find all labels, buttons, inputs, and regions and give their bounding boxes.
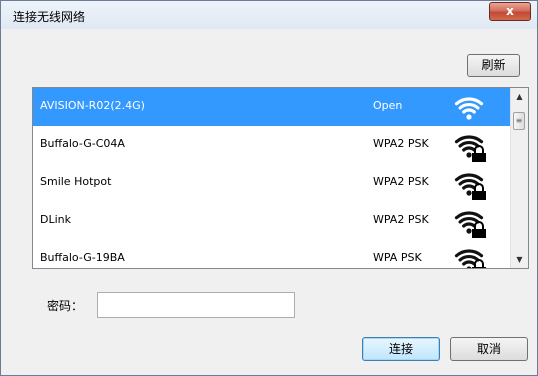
network-list[interactable]: AVISION-R02(2.4G) Open Buffalo-G-C04A WP… (32, 87, 529, 269)
network-ssid: DLink (40, 213, 71, 226)
network-security: WPA PSK (373, 251, 422, 264)
password-input[interactable] (97, 292, 295, 318)
signal-bar (462, 108, 476, 114)
signal-dot (466, 228, 472, 234)
cancel-button[interactable]: 取消 (450, 337, 528, 361)
network-row[interactable]: AVISION-R02(2.4G) Open (33, 88, 511, 126)
connect-wifi-dialog: 连接无线网络 x 刷新 AVISION-R02(2.4G) Open Buffa… (0, 0, 538, 376)
network-ssid: AVISION-R02(2.4G) (40, 99, 145, 112)
dialog-title: 连接无线网络 (13, 10, 86, 24)
close-button[interactable]: x (489, 2, 531, 21)
network-ssid: Smile Hotpot (40, 175, 112, 188)
signal-dot (466, 114, 472, 120)
wifi-lock-icon (454, 249, 486, 268)
wifi-lock-icon (454, 211, 486, 238)
signal-bar (458, 141, 480, 148)
network-row[interactable]: Buffalo-G-C04A WPA2 PSK (33, 126, 511, 164)
network-security: WPA2 PSK (373, 137, 429, 150)
signal-dot (466, 152, 472, 158)
network-ssid: Buffalo-G-C04A (40, 137, 125, 150)
scroll-thumb[interactable]: ≡ (513, 112, 525, 130)
signal-dot (466, 190, 472, 196)
lock-icon (472, 259, 486, 268)
signal-bar (462, 146, 476, 152)
network-row[interactable]: DLink WPA2 PSK (33, 202, 511, 240)
signal-bar (458, 217, 480, 224)
signal-dot (466, 266, 472, 268)
wifi-signal-icon (454, 97, 484, 120)
signal-bar (458, 255, 480, 262)
network-row[interactable]: Smile Hotpot WPA2 PSK (33, 164, 511, 202)
network-ssid: Buffalo-G-19BA (40, 251, 125, 264)
wifi-lock-icon (454, 173, 486, 200)
refresh-button[interactable]: 刷新 (467, 54, 520, 77)
signal-bar (458, 103, 480, 110)
network-security: Open (373, 99, 403, 112)
connect-button[interactable]: 连接 (362, 337, 440, 361)
signal-bar (462, 222, 476, 228)
scroll-down-arrow-icon[interactable]: ▼ (511, 255, 528, 264)
password-label: 密码： (47, 299, 84, 313)
list-scrollbar[interactable]: ▲ ≡ ▼ (510, 88, 528, 268)
network-security: WPA2 PSK (373, 175, 429, 188)
signal-bar (462, 260, 476, 266)
network-row[interactable]: Buffalo-G-19BA WPA PSK (33, 240, 511, 268)
signal-bar (458, 179, 480, 186)
network-security: WPA2 PSK (373, 213, 429, 226)
wifi-lock-icon (454, 135, 486, 162)
title-bar[interactable]: 连接无线网络 x (1, 1, 537, 29)
signal-bar (462, 184, 476, 190)
scroll-up-arrow-icon[interactable]: ▲ (511, 92, 528, 101)
